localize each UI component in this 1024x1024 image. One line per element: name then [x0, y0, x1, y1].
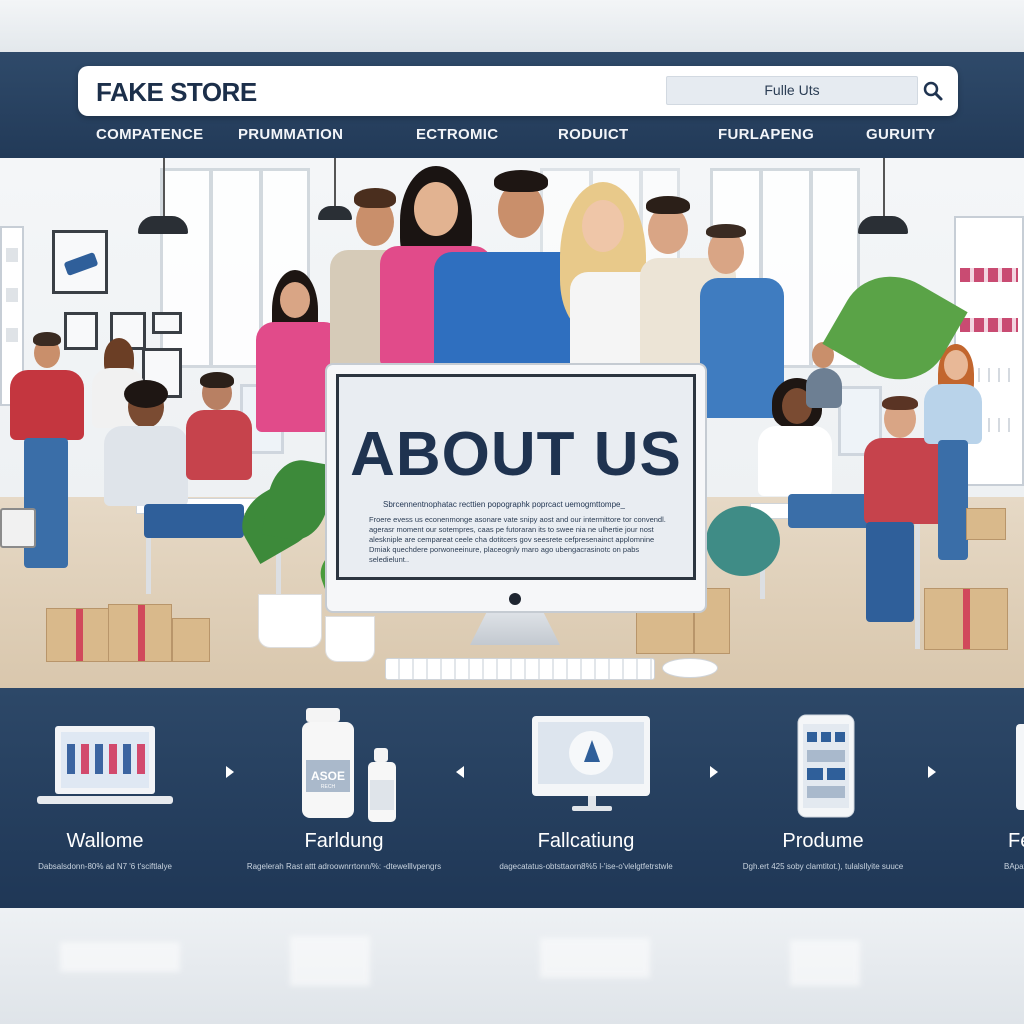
about-title: ABOUT US [350, 420, 682, 489]
pendant-lamp [138, 216, 188, 234]
keyboard [385, 658, 655, 680]
plant-pot [325, 616, 375, 662]
chevron-right-icon [226, 766, 234, 778]
plant-pot [258, 594, 322, 648]
feature-desc: dagecatatus-obtsttaorn8%5 l-'ise-o'vlelg… [499, 862, 673, 871]
main-nav: COMPATENCE PRUMMATION ECTROMIC RODUICT F… [0, 122, 1024, 152]
wall-frame [152, 312, 182, 334]
feature-title: Wallome [66, 830, 144, 852]
chevron-left-icon [456, 766, 464, 778]
feature-desc: Ragelerah Rast attt adroownrrtonn/%: -dt… [246, 862, 442, 871]
search-input[interactable]: Fulle Uts [666, 76, 918, 105]
feature-title: Farldung [304, 830, 384, 852]
device-icon [1016, 724, 1024, 810]
nav-item-prummation[interactable]: PRUMMATION [238, 126, 343, 143]
search-icon[interactable] [920, 78, 946, 104]
mouse [662, 658, 718, 678]
nav-item-roduict[interactable]: RODUICT [558, 126, 628, 143]
monitor-icon [532, 716, 650, 817]
pendant-lamp [858, 216, 908, 234]
wall-frame [64, 312, 98, 350]
bottle-icon: ASOE RECH [298, 706, 408, 831]
feature-card-fallcatiung[interactable]: Fallcatiung dagecatatus-obtsttaorn8%5 l-… [486, 688, 686, 908]
nav-item-furlapeng[interactable]: FURLAPENG [718, 126, 814, 143]
phone-icon [797, 714, 857, 825]
nav-item-guruity[interactable]: GURUITY [866, 126, 936, 143]
about-body: Froere evess us econenmonge asonare vate… [369, 515, 666, 564]
about-hero: ABOUT US Sbrcennentnophatac recttien pop… [0, 158, 1024, 688]
monitor-stand [470, 613, 560, 645]
feature-card-produme[interactable]: Produme Dgh.ert 425 soby clamtitot.), tu… [738, 688, 908, 908]
svg-text:ASOE: ASOE [311, 769, 345, 783]
wall-frame [52, 230, 108, 294]
gift-box [966, 508, 1006, 540]
power-button-icon [509, 593, 521, 605]
feature-card-fe[interactable]: Fe BApatit%/ [1004, 688, 1024, 908]
store-logo[interactable]: FAKE STORE [96, 77, 257, 108]
gift-box [108, 604, 172, 662]
nav-item-compatence[interactable]: COMPATENCE [96, 126, 203, 143]
gift-box [924, 588, 1008, 650]
feature-card-farldung[interactable]: ASOE RECH Farldung Ragelerah Rast attt a… [244, 688, 444, 908]
lamp-cord [334, 158, 336, 208]
feature-title: Produme [782, 830, 864, 852]
lamp-cord [163, 158, 165, 218]
feature-desc: Dgh.ert 425 soby clamtitot.), tulalsllyi… [742, 862, 904, 871]
about-screen: ABOUT US Sbrcennentnophatac recttien pop… [336, 374, 696, 580]
chevron-right-icon [928, 766, 936, 778]
laptop-icon [37, 724, 173, 815]
about-monitor: ABOUT US Sbrcennentnophatac recttien pop… [325, 363, 707, 613]
top-band [0, 0, 1024, 52]
feature-title: Fallcatiung [537, 830, 635, 852]
svg-text:RECH: RECH [321, 784, 336, 790]
features-band: Wallome Dabsalsdonn-80% ad N7 '6 t'scift… [0, 688, 1024, 908]
gift-box [636, 608, 694, 654]
gift-box [46, 608, 110, 662]
gift-box [172, 618, 210, 662]
feature-card-wallome[interactable]: Wallome Dabsalsdonn-80% ad N7 '6 t'scift… [20, 688, 190, 908]
chevron-right-icon [710, 766, 718, 778]
pendant-lamp [318, 206, 352, 220]
feature-desc: Dabsalsdonn-80% ad N7 '6 t'sciftlalye [38, 862, 172, 871]
about-subtitle: Sbrcennentnophatac recttien popographk p… [383, 500, 625, 509]
top-bar: FAKE STORE Fulle Uts [78, 66, 958, 116]
feature-title: Fe [1008, 830, 1024, 852]
shopping-bag [0, 508, 36, 548]
reflection-floor [0, 908, 1024, 1024]
lamp-cord [883, 158, 885, 218]
feature-desc: BApatit%/ [1004, 862, 1024, 871]
nav-item-ectromic[interactable]: ECTROMIC [416, 126, 498, 143]
site-header: FAKE STORE Fulle Uts COMPATENCE PRUMMATI… [0, 52, 1024, 158]
